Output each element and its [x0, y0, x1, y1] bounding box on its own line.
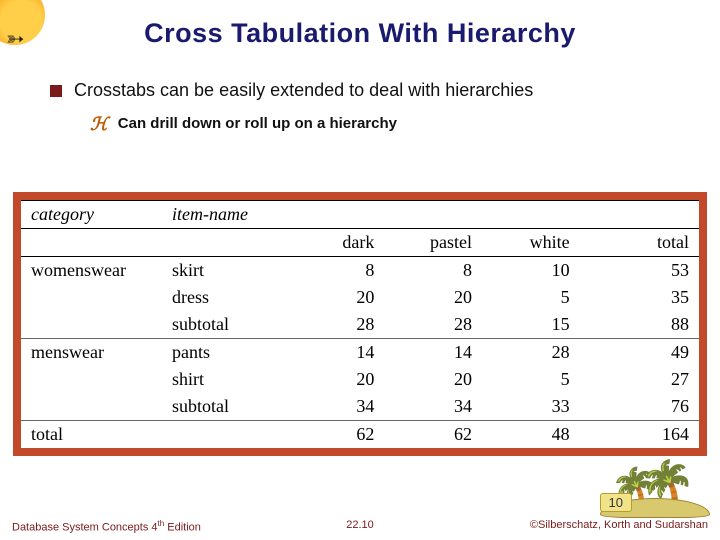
- cell-item: dress: [162, 284, 287, 311]
- cell-cat: menswear: [21, 339, 162, 367]
- cell-item: [162, 421, 287, 449]
- table-row: menswear pants 14 14 28 49: [21, 339, 699, 367]
- cell-cat: [21, 311, 162, 339]
- cell: 34: [384, 393, 482, 421]
- table-row: womenswear skirt 8 8 10 53: [21, 257, 699, 285]
- table-subheader-row: dark pastel white total: [21, 229, 699, 257]
- footer-left: Database System Concepts 4th Edition: [12, 519, 244, 534]
- col-pastel: pastel: [384, 229, 482, 257]
- cell: 14: [287, 339, 385, 367]
- cell: 35: [580, 284, 699, 311]
- bullet-text: Crosstabs can be easily extended to deal…: [74, 80, 533, 101]
- cell-cat: [21, 284, 162, 311]
- cell-item: shirt: [162, 366, 287, 393]
- cell: 27: [580, 366, 699, 393]
- cell-item: skirt: [162, 257, 287, 285]
- cell-item: subtotal: [162, 393, 287, 421]
- footer-right: ©Silberschatz, Korth and Sudarshan: [476, 519, 708, 534]
- cell: 14: [384, 339, 482, 367]
- bullet-level1: Crosstabs can be easily extended to deal…: [50, 80, 690, 101]
- table-row: dress 20 20 5 35: [21, 284, 699, 311]
- crosstab-table-frame: category item-name dark pastel white tot…: [13, 192, 707, 456]
- footer-center: 22.10: [244, 519, 476, 534]
- script-bullet-icon: ℋ: [90, 115, 108, 133]
- cell: 20: [287, 366, 385, 393]
- cell: 48: [482, 421, 580, 449]
- cell: 76: [580, 393, 699, 421]
- cell-cat: total: [21, 421, 162, 449]
- cell: 20: [384, 284, 482, 311]
- cell: 10: [482, 257, 580, 285]
- cell: 53: [580, 257, 699, 285]
- cell: 15: [482, 311, 580, 339]
- cell: 5: [482, 284, 580, 311]
- cell-cat: [21, 393, 162, 421]
- cell: 33: [482, 393, 580, 421]
- slide-title: Cross Tabulation With Hierarchy: [0, 18, 720, 49]
- crosstab-table: category item-name dark pastel white tot…: [21, 200, 699, 448]
- cell: 62: [384, 421, 482, 449]
- col-dark: dark: [287, 229, 385, 257]
- bullet-level2: ℋ Can drill down or roll up on a hierarc…: [90, 115, 690, 133]
- cell: 88: [580, 311, 699, 339]
- cell: 20: [384, 366, 482, 393]
- header-itemname: item-name: [162, 201, 287, 229]
- page-number-badge: 10: [600, 493, 632, 512]
- cell: 28: [384, 311, 482, 339]
- table-header-row: category item-name: [21, 201, 699, 229]
- table-row: shirt 20 20 5 27: [21, 366, 699, 393]
- table-row: subtotal 34 34 33 76: [21, 393, 699, 421]
- square-bullet-icon: [50, 85, 62, 97]
- table-row: subtotal 28 28 15 88: [21, 311, 699, 339]
- cell: 8: [287, 257, 385, 285]
- cell: 5: [482, 366, 580, 393]
- col-white: white: [482, 229, 580, 257]
- cell-cat: womenswear: [21, 257, 162, 285]
- slide: ➳ Cross Tabulation With Hierarchy Crosst…: [0, 0, 720, 540]
- cell-item: pants: [162, 339, 287, 367]
- slide-body: Crosstabs can be easily extended to deal…: [50, 80, 690, 133]
- header-category: category: [21, 201, 162, 229]
- cell: 62: [287, 421, 385, 449]
- bullet-text: Can drill down or roll up on a hierarchy: [118, 115, 397, 132]
- cell-item: subtotal: [162, 311, 287, 339]
- cell: 20: [287, 284, 385, 311]
- col-total: total: [580, 229, 699, 257]
- cell: 8: [384, 257, 482, 285]
- cell-cat: [21, 366, 162, 393]
- cell: 34: [287, 393, 385, 421]
- cell: 28: [287, 311, 385, 339]
- footer: Database System Concepts 4th Edition 22.…: [12, 519, 708, 534]
- cell: 28: [482, 339, 580, 367]
- cell: 49: [580, 339, 699, 367]
